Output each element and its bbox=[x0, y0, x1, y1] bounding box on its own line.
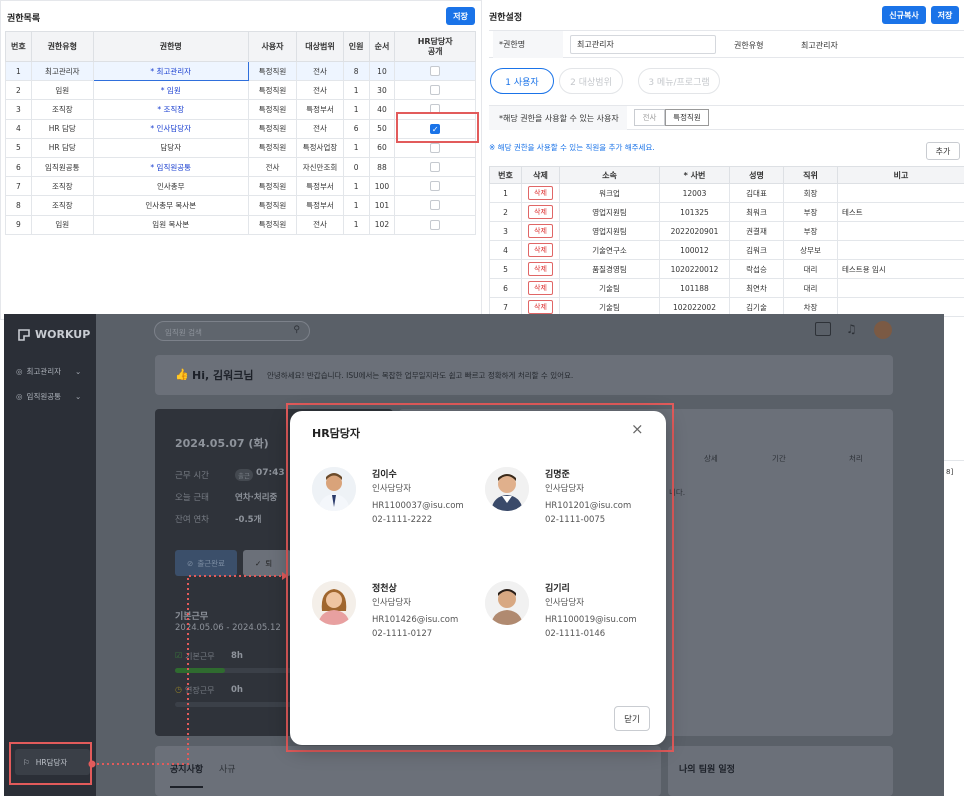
contact-email[interactable]: HR101426@isu.com bbox=[372, 615, 458, 625]
hr-contact-card: 김명준 인사담당자 HR101201@isu.com 02-1111-0075 bbox=[485, 467, 645, 547]
contact-phone: 02-1111-0127 bbox=[372, 629, 433, 639]
avatar bbox=[312, 467, 356, 511]
avatar bbox=[312, 581, 356, 625]
contact-role: 인사담당자 bbox=[372, 484, 412, 494]
close-icon[interactable]: × bbox=[631, 420, 644, 438]
contact-role: 인사담당자 bbox=[545, 598, 585, 608]
hr-contacts-modal: HR담당자 × 김이수 인사담당자 HR1100037@isu.com 02-1… bbox=[290, 411, 666, 745]
hr-contact-card: 김기리 인사담당자 HR1100019@isu.com 02-1111-0146 bbox=[485, 581, 645, 661]
hr-contact-card: 정천상 인사담당자 HR101426@isu.com 02-1111-0127 bbox=[312, 581, 472, 661]
contact-phone: 02-1111-0146 bbox=[545, 629, 606, 639]
avatar bbox=[485, 467, 529, 511]
contact-role: 인사담당자 bbox=[545, 484, 585, 494]
contact-name: 김기리 bbox=[545, 584, 570, 594]
contact-phone: 02-1111-0075 bbox=[545, 515, 606, 525]
contact-email[interactable]: HR1100019@isu.com bbox=[545, 615, 637, 625]
avatar bbox=[485, 581, 529, 625]
modal-title: HR담당자 bbox=[312, 427, 361, 440]
contact-role: 인사담당자 bbox=[372, 598, 412, 608]
contact-name: 김이수 bbox=[372, 470, 397, 480]
hr-contact-card: 김이수 인사담당자 HR1100037@isu.com 02-1111-2222 bbox=[312, 467, 472, 547]
contact-phone: 02-1111-2222 bbox=[372, 515, 433, 525]
contact-email[interactable]: HR101201@isu.com bbox=[545, 501, 631, 511]
modal-close-button[interactable]: 닫기 bbox=[614, 706, 650, 731]
contact-name: 정천상 bbox=[372, 584, 397, 594]
contact-email[interactable]: HR1100037@isu.com bbox=[372, 501, 464, 511]
contact-name: 김명준 bbox=[545, 470, 570, 480]
